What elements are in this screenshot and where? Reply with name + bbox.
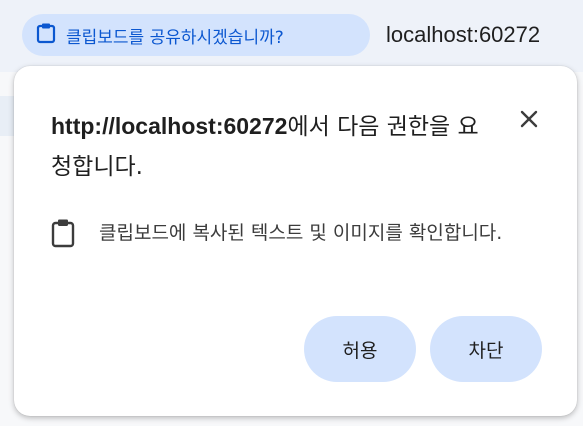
permission-description: 클립보드에 복사된 텍스트 및 이미지를 확인합니다. (99, 222, 503, 244)
block-button[interactable]: 차단 (430, 316, 542, 382)
dialog-title: http://localhost:60272에서 다음 권한을 요청합니다. (51, 106, 491, 187)
address-bar: 클립보드를 공유하시겠습니까? localhost:60272 (0, 0, 583, 72)
dialog-title-origin: http://localhost:60272 (51, 113, 288, 139)
page-background-edge (0, 96, 14, 136)
clipboard-icon (36, 22, 56, 48)
permission-item: 클립보드에 복사된 텍스트 및 이미지를 확인합니다. (51, 216, 541, 250)
permission-chip-label: 클립보드를 공유하시겠습니까? (66, 27, 284, 48)
close-button[interactable] (514, 106, 544, 136)
permission-request-chip[interactable]: 클립보드를 공유하시겠습니까? (22, 14, 370, 56)
close-icon (520, 110, 538, 132)
allow-button[interactable]: 허용 (304, 316, 416, 382)
permission-dialog: http://localhost:60272에서 다음 권한을 요청합니다. 클… (14, 66, 577, 416)
url-text[interactable]: localhost:60272 (386, 22, 540, 48)
clipboard-icon (51, 218, 85, 248)
